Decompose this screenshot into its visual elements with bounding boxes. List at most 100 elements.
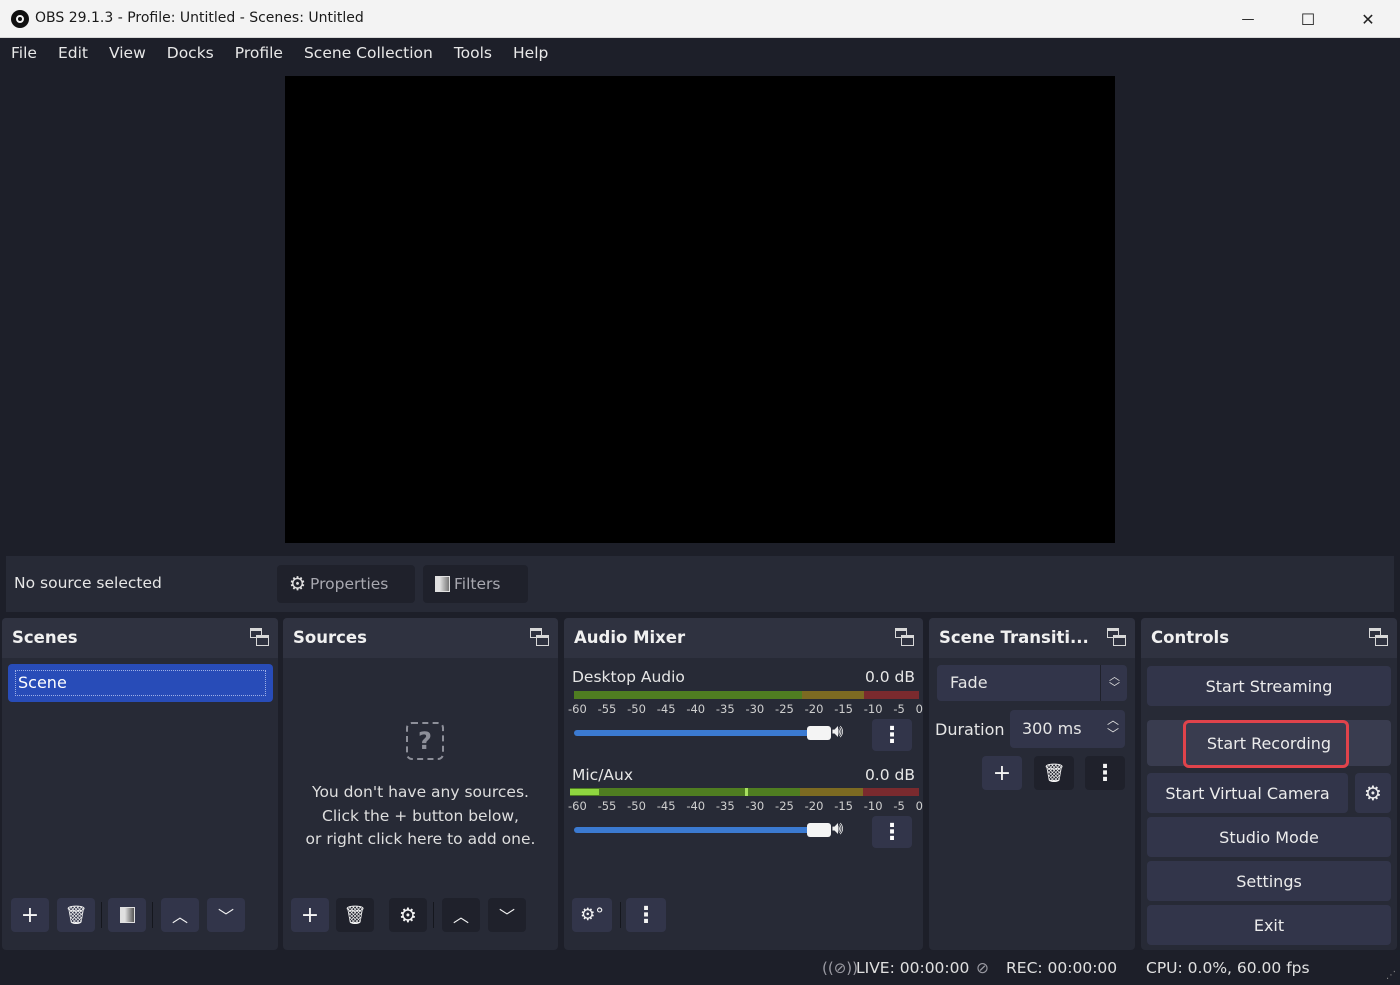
scene-transitions-title: Scene Transiti... [939, 628, 1089, 647]
chevron-down-icon: ﹀ [217, 907, 234, 926]
menu-scene-collection[interactable]: Scene Collection [296, 44, 441, 62]
start-virtual-camera-button[interactable]: Start Virtual Camera [1147, 773, 1348, 813]
source-properties-button[interactable]: ⚙ [389, 898, 427, 932]
mic-aux-menu-button[interactable]: ⋮ [872, 816, 912, 848]
menu-tools[interactable]: Tools [446, 44, 500, 62]
volume-knob[interactable] [807, 823, 831, 837]
obs-logo-icon [11, 10, 29, 28]
empty-line: or right click here to add one. [305, 830, 536, 848]
add-scene-button[interactable]: + [11, 898, 49, 932]
window-titlebar: OBS 29.1.3 - Profile: Untitled - Scenes:… [0, 0, 1400, 38]
maximize-button[interactable]: ☐ [1279, 0, 1337, 38]
settings-button[interactable]: Settings [1147, 861, 1391, 901]
properties-label: Properties [310, 575, 389, 593]
undock-icon[interactable] [895, 628, 915, 648]
mic-aux-volume-slider[interactable] [574, 823, 831, 837]
empty-line: Click the + button below, [322, 806, 519, 825]
desktop-audio-menu-button[interactable]: ⋮ [872, 719, 912, 751]
minimize-button[interactable]: — [1219, 0, 1277, 38]
speaker-icon[interactable]: 🔊︎ [832, 818, 843, 839]
desktop-audio-meter [574, 691, 919, 699]
duration-spinbox[interactable]: 300 ms ︿ ﹀ [1010, 710, 1125, 748]
sources-dock: Sources ? You don't have any sources. Cl… [283, 618, 558, 950]
undock-icon[interactable] [250, 628, 270, 648]
meter-tick-label: -15 [834, 702, 853, 716]
start-streaming-button[interactable]: Start Streaming [1147, 666, 1391, 706]
menu-help[interactable]: Help [505, 44, 556, 62]
meter-tick-label: -35 [715, 702, 735, 716]
advanced-audio-properties-button[interactable]: ⚙° [572, 898, 612, 932]
sources-dock-title: Sources [293, 628, 367, 647]
properties-button[interactable]: ⚙ Properties [277, 565, 415, 603]
audio-mixer-menu-button[interactable]: ⋮ [626, 898, 666, 932]
undock-icon[interactable] [1369, 628, 1389, 648]
remove-transition-button[interactable]: 🗑 [1034, 756, 1074, 790]
speaker-icon[interactable]: 🔊︎ [832, 721, 843, 742]
controls-title: Controls [1151, 628, 1230, 647]
desktop-audio-db: 0.0 dB [864, 668, 915, 686]
scene-transitions-header: Scene Transiti... [929, 618, 1135, 658]
meter-tick-label: -40 [686, 799, 706, 813]
scenes-dock-header: Scenes [2, 618, 278, 658]
meter-tick-label: 0 [915, 702, 923, 716]
mic-peak-marker [744, 788, 748, 796]
desktop-audio-name: Desktop Audio [572, 668, 685, 686]
volume-knob[interactable] [807, 726, 831, 740]
toolbar-separator [101, 902, 102, 928]
scene-filters-button[interactable] [108, 898, 146, 932]
studio-mode-button[interactable]: Studio Mode [1147, 817, 1391, 857]
spin-arrows-icon[interactable]: ︿ ﹀ [1107, 713, 1119, 741]
meter-tick-label: -20 [804, 702, 824, 716]
filter-icon [435, 576, 450, 592]
remove-scene-button[interactable]: 🗑 [57, 898, 95, 932]
preview-canvas[interactable] [285, 76, 1115, 543]
kebab-icon: ⋮ [881, 819, 903, 845]
move-source-up-button[interactable]: ︿ [442, 898, 480, 932]
virtual-camera-settings-button[interactable]: ⚙ [1355, 773, 1391, 813]
meter-tick-label: -60 [568, 702, 587, 716]
mic-level-bar [570, 789, 600, 795]
cpu-fps: CPU: 0.0%, 60.00 fps [1146, 959, 1310, 977]
add-source-button[interactable]: + [291, 898, 329, 932]
remove-source-button[interactable]: 🗑 [336, 898, 374, 932]
trash-icon: 🗑 [343, 904, 367, 926]
meter-tick-label: -55 [597, 799, 617, 813]
sources-empty-message[interactable]: You don't have any sources. Click the + … [283, 781, 558, 852]
meter-tick-label: -40 [686, 702, 706, 716]
transition-selected: Fade [950, 673, 988, 692]
scenes-toolbar: + 🗑 ︿ ﹀ [2, 898, 278, 932]
scene-transitions-dock: Scene Transiti... Fade ︿ ﹀ Duration 300 m… [929, 618, 1135, 950]
meter-tick-label: -20 [804, 799, 824, 813]
add-transition-button[interactable]: + [982, 756, 1022, 790]
exit-button[interactable]: Exit [1147, 905, 1391, 945]
meter-tick-label: -60 [568, 799, 587, 813]
trash-icon: 🗑 [1042, 762, 1066, 784]
audio-mixer-title: Audio Mixer [574, 628, 686, 647]
menu-view[interactable]: View [101, 44, 154, 62]
sources-toolbar: + 🗑 ⚙ ︿ ﹀ [283, 898, 558, 932]
filters-button[interactable]: Filters [423, 565, 528, 603]
move-source-down-button[interactable]: ﹀ [488, 898, 526, 932]
resize-grip-icon[interactable]: ⋰ [1386, 970, 1396, 981]
scene-list-item[interactable]: Scene [8, 664, 273, 702]
desktop-audio-volume-slider[interactable] [574, 726, 831, 740]
gear-icon: ⚙ [399, 903, 417, 927]
transition-select[interactable]: Fade ︿ ﹀ [937, 665, 1127, 701]
undock-icon[interactable] [530, 628, 550, 648]
menu-file[interactable]: File [3, 44, 45, 62]
transition-menu-button[interactable]: ⋮ [1085, 756, 1125, 790]
menu-edit[interactable]: Edit [50, 44, 96, 62]
kebab-icon: ⋮ [881, 722, 903, 748]
move-scene-up-button[interactable]: ︿ [161, 898, 199, 932]
trash-icon: 🗑 [64, 904, 88, 926]
meter-tick-label: -35 [715, 799, 735, 813]
window-title: OBS 29.1.3 - Profile: Untitled - Scenes:… [35, 10, 364, 26]
filters-label: Filters [454, 575, 501, 593]
menu-docks[interactable]: Docks [159, 44, 222, 62]
menu-profile[interactable]: Profile [227, 44, 291, 62]
close-button[interactable]: ✕ [1339, 0, 1397, 38]
undock-icon[interactable] [1107, 628, 1127, 648]
meter-tick-label: -5 [893, 799, 905, 813]
meter-tick-label: -50 [627, 799, 646, 813]
move-scene-down-button[interactable]: ﹀ [207, 898, 245, 932]
